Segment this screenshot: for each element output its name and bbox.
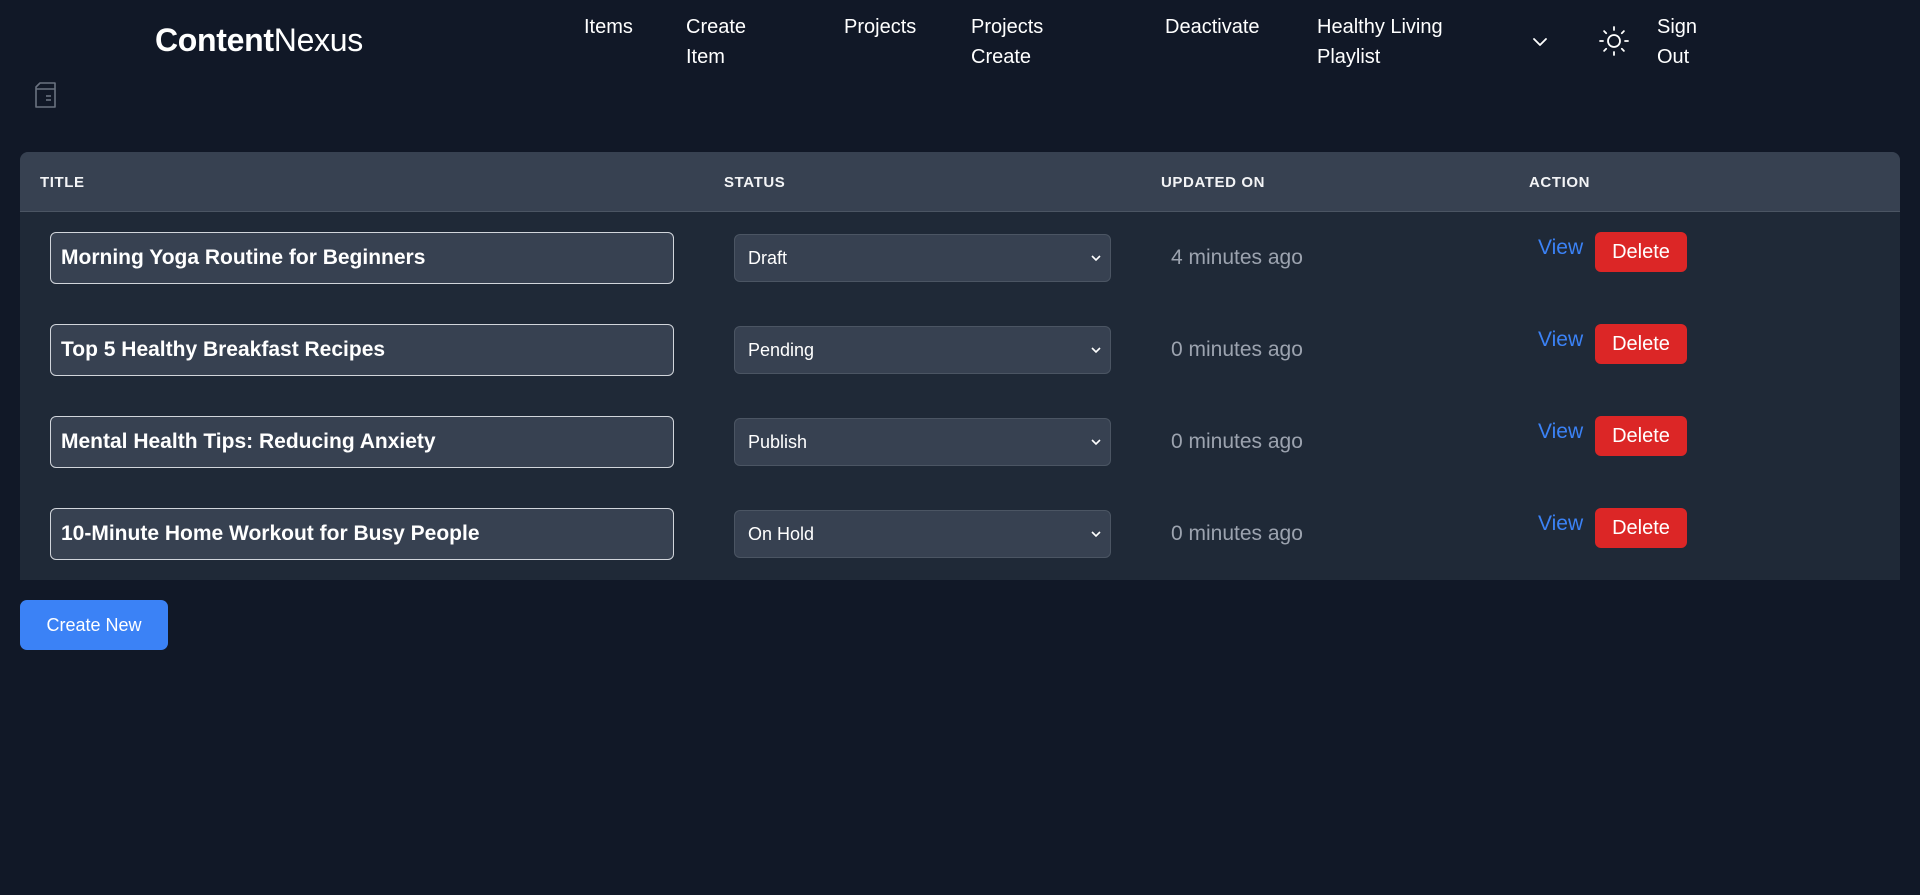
header-status: STATUS bbox=[724, 174, 786, 191]
status-select[interactable]: Draft bbox=[734, 234, 1111, 282]
delete-button[interactable]: Delete bbox=[1595, 324, 1687, 364]
nav-projects[interactable]: Projects bbox=[844, 12, 916, 42]
view-link[interactable]: View bbox=[1538, 236, 1583, 260]
nav-projects-create[interactable]: Projects Create bbox=[971, 12, 1043, 72]
header-title: TITLE bbox=[40, 174, 85, 191]
chevron-down-icon[interactable] bbox=[1530, 32, 1550, 52]
status-select[interactable]: On Hold bbox=[734, 510, 1111, 558]
chevron-down-icon bbox=[1091, 531, 1101, 538]
nav-create-item[interactable]: Create Item bbox=[686, 12, 746, 72]
updated-on: 4 minutes ago bbox=[1171, 246, 1303, 269]
status-select[interactable]: Publish bbox=[734, 418, 1111, 466]
title-input[interactable] bbox=[50, 324, 674, 376]
brand-logo-bold: Content bbox=[155, 22, 274, 58]
status-value: On Hold bbox=[748, 524, 815, 544]
title-input[interactable] bbox=[50, 232, 674, 284]
view-link[interactable]: View bbox=[1538, 512, 1583, 536]
nav-items[interactable]: Items bbox=[584, 12, 633, 42]
view-link[interactable]: View bbox=[1538, 328, 1583, 352]
table-row: Draft 4 minutes ago View Delete bbox=[20, 212, 1900, 304]
table-row: Pending 0 minutes ago View Delete bbox=[20, 304, 1900, 396]
nav-playlist[interactable]: Healthy Living Playlist bbox=[1317, 12, 1443, 72]
view-link[interactable]: View bbox=[1538, 420, 1583, 444]
chevron-down-icon bbox=[1091, 255, 1101, 262]
delete-button[interactable]: Delete bbox=[1595, 232, 1687, 272]
updated-on: 0 minutes ago bbox=[1171, 522, 1303, 545]
content-table: TITLE STATUS UPDATED ON ACTION Draft 4 m… bbox=[20, 152, 1900, 580]
header-updated-on: UPDATED ON bbox=[1161, 174, 1266, 191]
chevron-down-icon bbox=[1091, 347, 1101, 354]
delete-button[interactable]: Delete bbox=[1595, 416, 1687, 456]
table-row: On Hold 0 minutes ago View Delete bbox=[20, 488, 1900, 580]
table-row: Publish 0 minutes ago View Delete bbox=[20, 396, 1900, 488]
title-input[interactable] bbox=[50, 508, 674, 560]
status-value: Pending bbox=[748, 340, 815, 360]
delete-button[interactable]: Delete bbox=[1595, 508, 1687, 548]
status-value: Draft bbox=[748, 248, 788, 268]
sidebar-toggle-icon[interactable] bbox=[30, 80, 60, 110]
sun-icon[interactable] bbox=[1598, 25, 1630, 57]
table-header: TITLE STATUS UPDATED ON ACTION bbox=[20, 152, 1900, 212]
brand-logo-light: Nexus bbox=[273, 22, 364, 58]
chevron-down-icon bbox=[1091, 439, 1101, 446]
status-select[interactable]: Pending bbox=[734, 326, 1111, 374]
status-value: Publish bbox=[748, 432, 808, 452]
nav-deactivate[interactable]: Deactivate bbox=[1165, 12, 1260, 42]
create-new-button[interactable]: Create New bbox=[20, 600, 168, 650]
nav-sign-out[interactable]: Sign Out bbox=[1657, 12, 1697, 72]
top-navbar: ContentNexus Items Create Item Projects P… bbox=[0, 0, 1920, 80]
header-action: ACTION bbox=[1529, 174, 1591, 191]
updated-on: 0 minutes ago bbox=[1171, 338, 1303, 361]
updated-on: 0 minutes ago bbox=[1171, 430, 1303, 453]
title-input[interactable] bbox=[50, 416, 674, 468]
brand-logo[interactable]: ContentNexus bbox=[155, 22, 363, 59]
